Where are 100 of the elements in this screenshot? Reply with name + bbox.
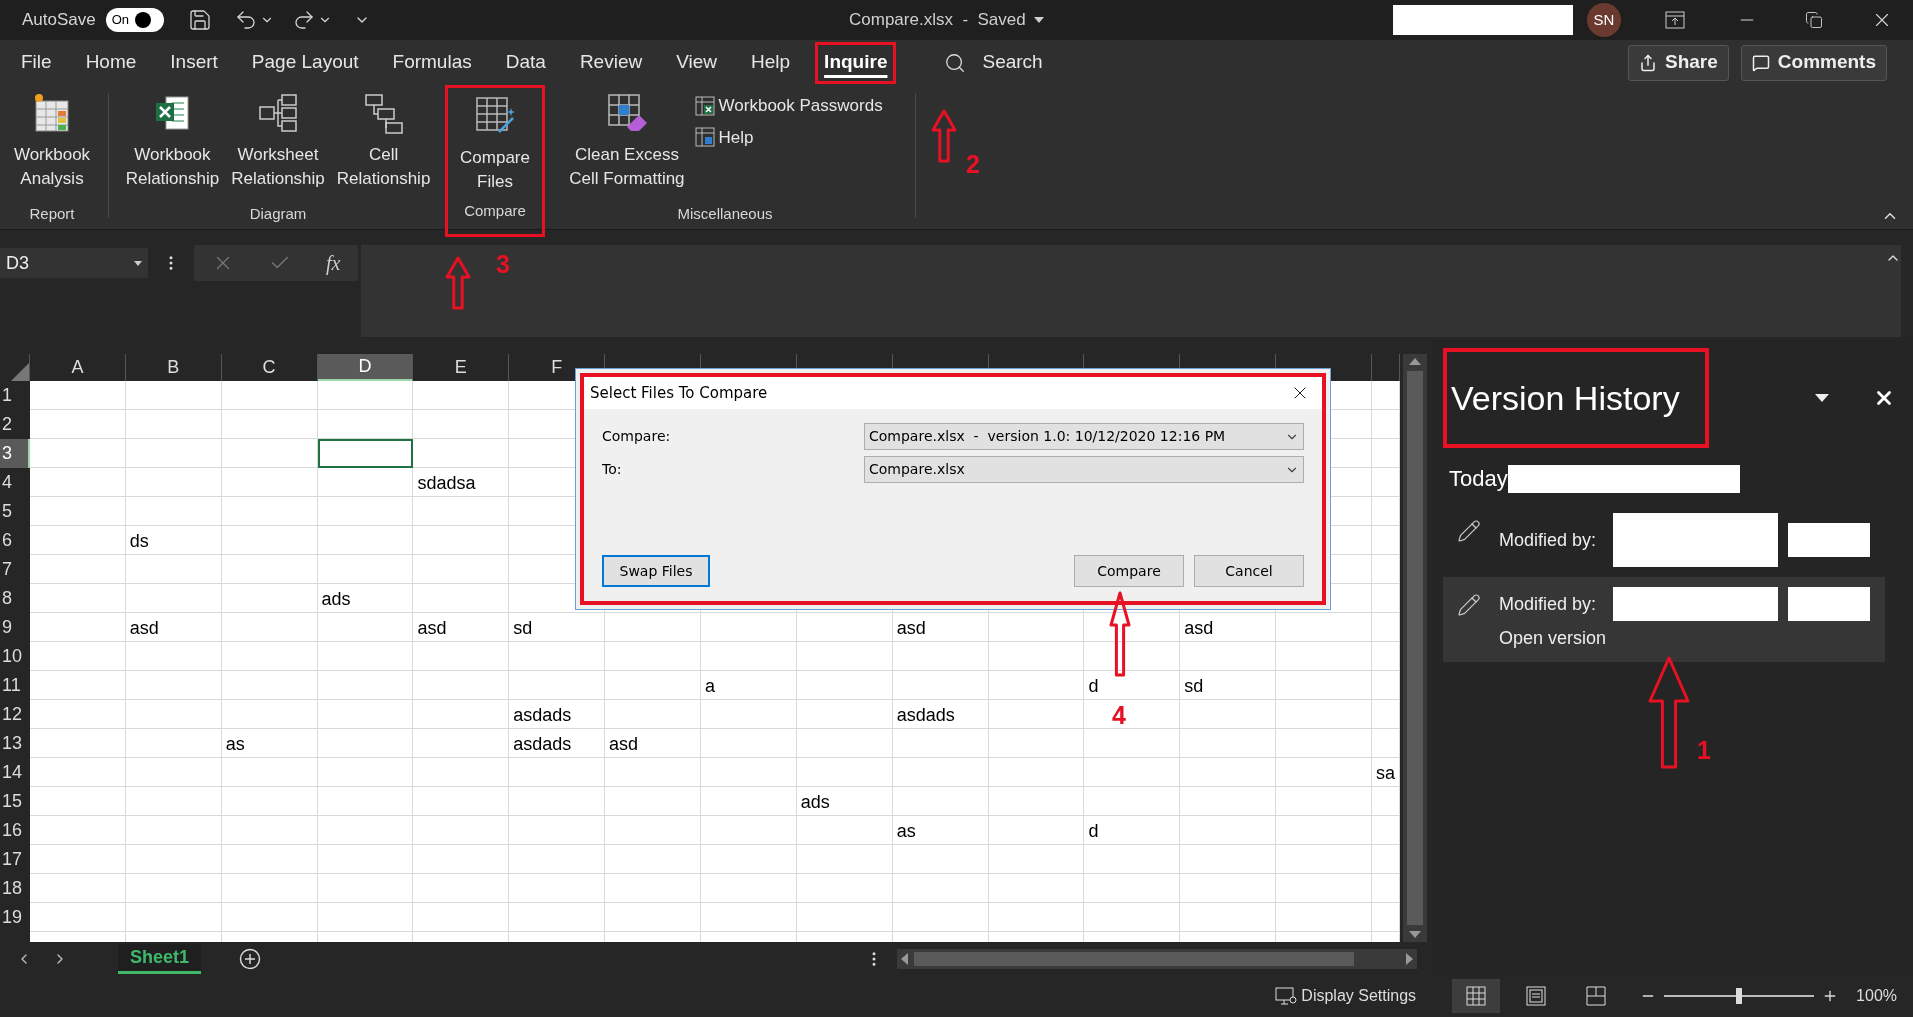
user-avatar[interactable]: SN [1587,3,1621,37]
ribbon-command-button[interactable]: Cell Relationship [334,91,433,191]
grid-cell[interactable] [221,526,318,555]
grid-cell[interactable]: ds [125,526,222,555]
grid-cell[interactable] [700,613,797,642]
grid-cell[interactable] [413,758,510,787]
grid-cell[interactable]: sdadsa [413,468,510,497]
grid-cell[interactable] [605,874,701,903]
dialog-button[interactable]: Swap Files [602,555,710,587]
grid-cell[interactable] [1372,903,1400,932]
grid-cell[interactable]: asd [125,613,222,642]
grid-cell[interactable] [221,874,318,903]
grid-cell[interactable] [413,642,510,671]
grid-cell[interactable] [605,758,701,787]
grid-cell[interactable] [413,671,510,700]
grid-cell[interactable] [509,758,606,787]
grid-cell[interactable]: as [221,729,318,758]
grid-cell[interactable] [413,526,510,555]
grid-cell[interactable] [1372,613,1400,642]
grid-cell[interactable]: sd [509,613,606,642]
grid-cell[interactable] [509,845,606,874]
grid-cell[interactable] [413,410,510,439]
grid-cell[interactable] [125,874,222,903]
share-button[interactable]: Share [1628,44,1729,81]
grid-cell[interactable] [221,497,318,526]
grid-cell[interactable]: asdads [509,729,606,758]
grid-cell[interactable] [605,613,701,642]
grid-cell[interactable] [1180,787,1277,816]
grid-cell[interactable] [796,700,893,729]
grid-cell[interactable] [796,613,893,642]
grid-cell[interactable]: a [700,671,797,700]
grid-cell[interactable] [796,874,893,903]
grid-cell[interactable]: asdads [892,700,989,729]
grid-cell[interactable] [29,613,126,642]
grid-cell[interactable] [796,642,893,671]
ribbon-tab[interactable]: Insert [164,44,224,81]
grid-cell[interactable] [125,758,222,787]
grid-cell[interactable] [221,410,318,439]
grid-cell[interactable] [988,700,1085,729]
grid-cell[interactable] [605,845,701,874]
horizontal-scrollbar[interactable] [897,948,1418,969]
grid-cell[interactable] [317,874,414,903]
grid-cell[interactable] [1372,816,1400,845]
grid-cell[interactable] [317,555,414,584]
grid-cell[interactable] [1276,787,1372,816]
caret-icon[interactable] [1033,17,1044,23]
grid-cell[interactable] [317,526,414,555]
restore-icon[interactable] [1805,11,1823,29]
grid-cell[interactable] [605,700,701,729]
comments-button[interactable]: Comments [1740,44,1887,81]
zoom-slider[interactable] [1664,988,1815,1004]
column-header[interactable]: D [317,354,414,381]
grid-cell[interactable] [221,642,318,671]
grid-cell[interactable] [29,642,126,671]
grid-cell[interactable] [317,816,414,845]
grid-cell[interactable]: asd [892,613,989,642]
grid-cell[interactable] [125,497,222,526]
grid-cell[interactable] [1276,903,1372,932]
grid-cell[interactable] [1276,845,1372,874]
ribbon-tab[interactable]: View [670,44,724,81]
grid-cell[interactable] [605,816,701,845]
grid-cell[interactable] [221,787,318,816]
grid-cell[interactable] [1276,729,1372,758]
grid-cell[interactable] [605,671,701,700]
grid-cell[interactable] [29,787,126,816]
grid-cell[interactable] [1276,874,1372,903]
grid-cell[interactable] [892,642,989,671]
grid-cell[interactable] [1180,700,1277,729]
grid-cell[interactable] [29,816,126,845]
grid-cell[interactable] [413,700,510,729]
grid-cell[interactable] [1084,700,1181,729]
grid-cell[interactable] [125,787,222,816]
grid-cell[interactable] [1372,439,1400,468]
scroll-right-icon[interactable] [1406,952,1414,965]
grid-cell[interactable] [413,729,510,758]
search-label[interactable]: Search [982,48,1043,77]
version-entry[interactable]: Modified by: Open version [1443,577,1885,662]
grid-cell[interactable] [29,584,126,613]
grid-cell[interactable] [221,468,318,497]
ribbon-tab[interactable]: Page Layout [245,44,365,81]
grid-cell[interactable] [1276,816,1372,845]
display-settings-button[interactable]: Display Settings [1275,984,1417,1008]
grid-cell[interactable] [700,845,797,874]
ribbon-small-button[interactable]: Workbook Passwords [694,93,883,119]
grid-cell[interactable] [125,903,222,932]
grid-cell[interactable] [1084,729,1181,758]
grid-cell[interactable] [1372,584,1400,613]
grid-cell[interactable] [892,845,989,874]
search-icon[interactable] [944,51,967,74]
grid-cell[interactable] [605,903,701,932]
grid-cell[interactable] [221,671,318,700]
grid-cell[interactable] [796,729,893,758]
grid-cell[interactable] [413,845,510,874]
grid-cell[interactable] [317,642,414,671]
grid-cell[interactable] [892,903,989,932]
grid-cell[interactable] [988,874,1085,903]
grid-cell[interactable] [221,584,318,613]
grid-cell[interactable] [700,903,797,932]
insert-function-button[interactable]: fx [325,248,341,278]
zoom-thumb[interactable] [1736,988,1743,1004]
